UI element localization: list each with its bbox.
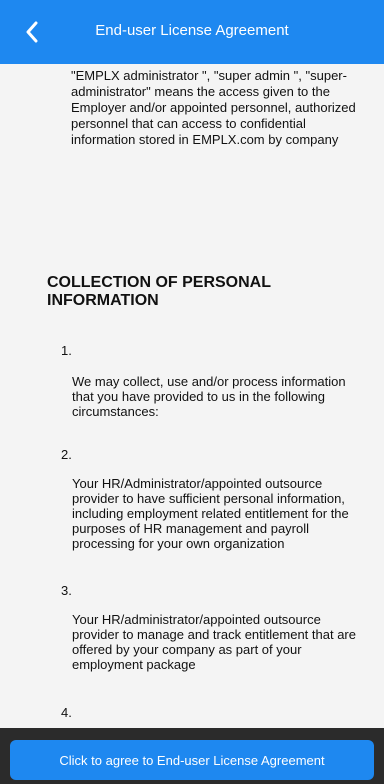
list-item-number: 2.	[61, 447, 72, 462]
eula-content[interactable]: "EMPLX administrator ", "super admin ", …	[0, 64, 384, 728]
list-item-number: 1.	[61, 343, 72, 358]
chevron-left-icon	[26, 21, 38, 43]
section-heading: COLLECTION OF PERSONAL INFORMATION	[47, 274, 271, 309]
footer-bar: Click to agree to End-user License Agree…	[0, 728, 384, 784]
app-header: End-user License Agreement	[0, 0, 384, 64]
back-button[interactable]	[16, 16, 48, 48]
list-item-text: We may collect, use and/or process infor…	[72, 374, 346, 419]
list-item-number: 4.	[61, 705, 72, 720]
page-title: End-user License Agreement	[95, 22, 289, 39]
list-item-text: Your HR/administrator/appointed outsourc…	[72, 612, 356, 672]
list-item-text: Your HR/Administrator/appointed outsourc…	[72, 476, 349, 551]
agree-button[interactable]: Click to agree to End-user License Agree…	[10, 740, 374, 780]
definition-paragraph: "EMPLX administrator ", "super admin ", …	[71, 68, 356, 147]
list-item-number: 3.	[61, 583, 72, 598]
